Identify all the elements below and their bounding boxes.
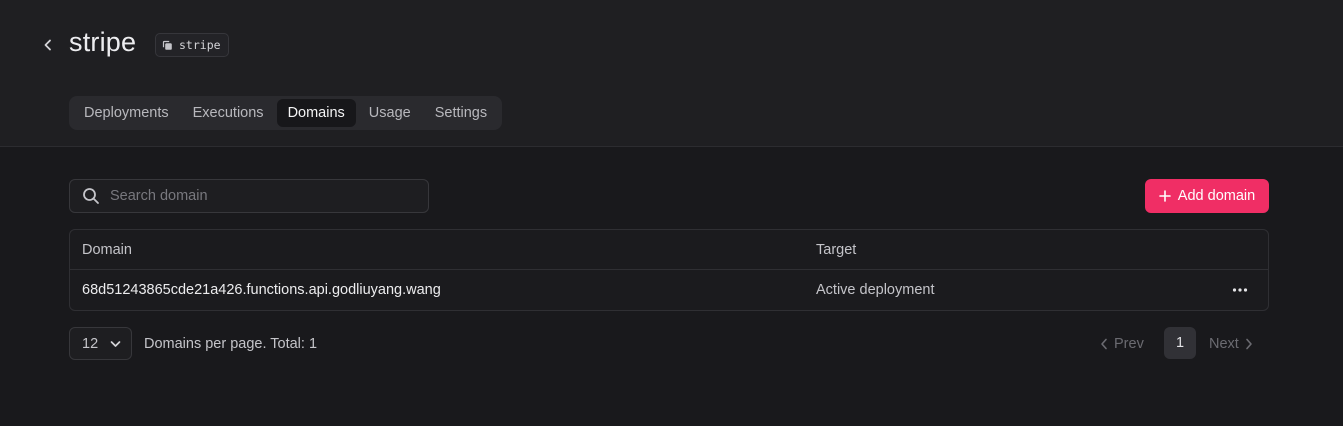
next-label: Next xyxy=(1209,335,1239,352)
chevron-down-icon xyxy=(110,340,121,347)
chevron-left-icon xyxy=(1101,338,1107,349)
domains-table: Domain Target 68d51243865cde21a426.funct… xyxy=(69,229,1269,311)
chevron-left-icon xyxy=(44,39,51,51)
tab-settings[interactable]: Settings xyxy=(424,99,498,127)
table-header: Domain Target xyxy=(70,230,1268,270)
back-button[interactable] xyxy=(38,34,58,56)
tab-domains[interactable]: Domains xyxy=(276,99,356,127)
more-horizontal-icon xyxy=(1232,288,1248,292)
prev-label: Prev xyxy=(1114,335,1144,352)
column-header-domain: Domain xyxy=(82,242,132,258)
plus-icon xyxy=(1158,190,1171,202)
target-cell: Active deployment xyxy=(816,282,935,298)
function-id-badge[interactable]: stripe xyxy=(155,33,229,57)
table-row[interactable]: 68d51243865cde21a426.functions.api.godli… xyxy=(70,270,1268,310)
page-number-current[interactable]: 1 xyxy=(1164,327,1196,359)
page-header: stripe stripe Deployments Executions Dom… xyxy=(0,0,1343,147)
tab-executions[interactable]: Executions xyxy=(182,99,275,127)
search-icon xyxy=(83,188,99,204)
search-box[interactable] xyxy=(69,179,429,213)
pagination-summary: Domains per page. Total: 1 xyxy=(144,336,318,352)
prev-page-button[interactable]: Prev xyxy=(1100,327,1144,360)
page-title: stripe xyxy=(69,27,137,57)
tab-deployments[interactable]: Deployments xyxy=(73,99,180,127)
per-page-select[interactable]: 12 xyxy=(69,327,132,360)
search-domain-input[interactable] xyxy=(110,188,410,204)
per-page-value: 12 xyxy=(82,335,99,352)
row-actions-button[interactable] xyxy=(1228,280,1252,300)
add-domain-button[interactable]: Add domain xyxy=(1145,179,1269,213)
tab-usage[interactable]: Usage xyxy=(358,99,422,127)
tab-bar: Deployments Executions Domains Usage Set… xyxy=(69,96,503,130)
next-page-button[interactable]: Next xyxy=(1209,327,1253,360)
domain-cell: 68d51243865cde21a426.functions.api.godli… xyxy=(82,282,441,298)
copy-icon xyxy=(162,40,172,50)
chevron-right-icon xyxy=(1246,338,1252,349)
function-id-text: stripe xyxy=(179,38,221,52)
add-domain-label: Add domain xyxy=(1177,188,1256,204)
column-header-target: Target xyxy=(816,242,857,258)
